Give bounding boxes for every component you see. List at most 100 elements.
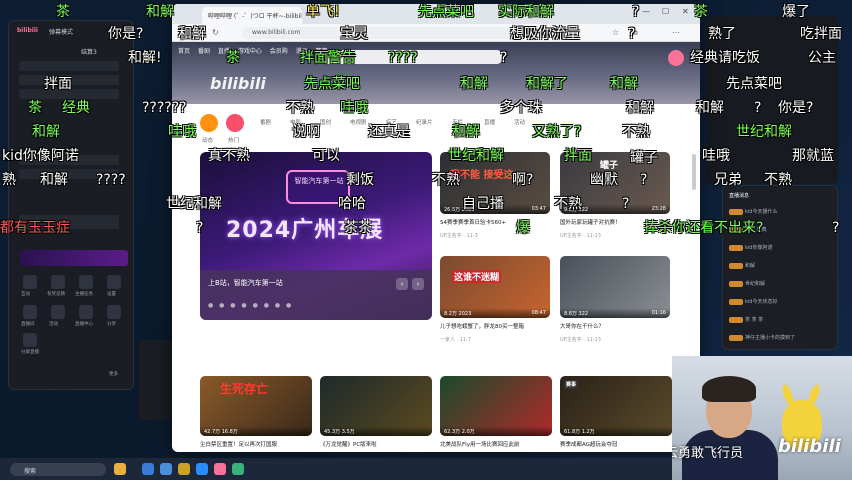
bilibili-app-icon[interactable] <box>214 463 226 475</box>
carousel-next-button[interactable]: › <box>412 278 424 290</box>
danmaku-comment: 和解 <box>146 4 174 20</box>
video-thumbnail[interactable]: 赛事 61.8万 1.2万 <box>560 376 672 436</box>
chat-message: 和解 <box>729 262 831 271</box>
channel-link[interactable]: 活动 <box>514 118 525 126</box>
video-card[interactable]: 62.3万 2.0万 北美战队Fly用一场比赛回应此前 <box>440 376 552 452</box>
site-header-banner: 首页 番剧 直播 游戏中心 会员购 漫画 赛事 bilibili <box>172 42 700 104</box>
thumb-overlay-text: 罐子 <box>600 161 619 171</box>
danmaku-comment: ? <box>640 172 648 188</box>
video-card[interactable]: 这谁不迷糊 8.2万 2023 08:47 儿子想吃螃蟹了，胖龙80买一整箱 一… <box>440 256 550 346</box>
app-icon[interactable] <box>196 463 208 475</box>
hot-icon[interactable] <box>226 114 244 132</box>
reload-icon[interactable]: ↻ <box>212 28 219 37</box>
task-icon[interactable] <box>79 275 93 289</box>
video-duration: 03:47 <box>531 206 546 212</box>
center-icon[interactable] <box>79 305 93 319</box>
event-icon[interactable] <box>51 305 65 319</box>
url-field[interactable]: www.bilibili.com <box>242 27 542 39</box>
bilibili-logo[interactable]: bilibili <box>210 74 266 93</box>
danmaku-comment: 和解 <box>32 124 60 140</box>
danmaku-comment: ? <box>622 196 630 212</box>
widget-icon[interactable] <box>114 463 126 475</box>
danmaku-comment: 和解 <box>40 172 68 188</box>
carousel-sign-text: 智能汽车第一站 <box>294 177 344 185</box>
more-link[interactable]: 更多 <box>109 371 118 377</box>
close-icon[interactable]: ✕ <box>682 7 689 16</box>
banner-carousel[interactable]: 智能汽车第一站 2024广州车展 上B站，智能汽车第一站 ‹ › ● ● ● ●… <box>200 152 432 320</box>
channel-link[interactable]: 番剧 <box>260 118 271 126</box>
icon-label: 主播任务 <box>75 292 93 297</box>
room-icon[interactable] <box>23 305 37 319</box>
video-title[interactable]: 大哥你在干什么？ <box>560 322 670 330</box>
star-icon[interactable]: ☆ <box>612 28 619 37</box>
start-icon[interactable] <box>142 463 154 475</box>
promo-banner[interactable] <box>20 250 128 266</box>
video-thumbnail[interactable]: 8.8万 322 01:16 <box>560 256 670 318</box>
video-title[interactable]: 儿子想吃螃蟹了，胖龙80买一整箱 <box>440 322 550 330</box>
panel-mode-tab[interactable]: 弹幕模式 <box>49 27 73 36</box>
gear-icon[interactable] <box>107 275 121 289</box>
maximize-icon[interactable]: ☐ <box>662 7 669 16</box>
video-uploader[interactable]: UP主名字 · 11-13 <box>560 232 601 239</box>
video-uploader[interactable]: UP主名字 · 11-13 <box>560 336 601 343</box>
nav-item[interactable]: 会员购 <box>270 48 288 55</box>
danmaku-comment: 和解 <box>626 100 654 116</box>
fan-badge <box>729 262 743 269</box>
explorer-icon[interactable] <box>160 463 172 475</box>
chat-message: 神仔主播小卡的摸到了 <box>729 334 831 343</box>
danmaku-comment: 实际和解 <box>498 4 554 20</box>
video-thumbnail[interactable]: 生死存亡 42.7万 16.8万 <box>200 376 312 436</box>
video-card[interactable]: 赛事 61.8万 1.2万 赛季成都AG超玩会夺冠 <box>560 376 672 452</box>
video-uploader[interactable]: UP主名字 · 11-3 <box>440 232 478 239</box>
danmaku-comment: 爆 <box>516 220 530 236</box>
danmaku-comment: 那就蓝 <box>792 148 834 164</box>
nav-item[interactable]: 番剧 <box>198 48 210 55</box>
video-stats: 45.3万 3.5万 <box>320 426 432 436</box>
nav-item[interactable]: 游戏中心 <box>238 48 262 55</box>
danmaku-comment: 哇哦 <box>340 100 368 116</box>
scene-row[interactable] <box>19 61 119 71</box>
video-card[interactable]: 生死存亡 42.7万 16.8万 尘白禁区重置！足以再次打国服 <box>200 376 312 452</box>
video-title[interactable]: 北美战队Fly用一场比赛回应此前 <box>440 440 552 448</box>
chat-panel: 直播消息 kid今天播什么 拌面 经典 kid你像阿诺 和解 世纪和解 kid今… <box>722 185 838 350</box>
taskbar-search[interactable]: 搜索 <box>10 463 106 476</box>
video-title[interactable]: 尘白禁区重置！足以再次打国服 <box>200 440 312 448</box>
browser-tab[interactable]: 哔哩哔哩 (゜-゜)つロ 干杯~-bilibili <box>202 7 302 24</box>
avatar[interactable] <box>668 50 684 66</box>
video-thumbnail[interactable]: 这谁不迷糊 8.2万 2023 08:47 <box>440 256 550 318</box>
video-title[interactable]: 《万龙觉醒》PC版来啦 <box>320 440 432 448</box>
danmaku-comment: 哇哦 <box>168 124 196 140</box>
danmaku-comment: 不熟 <box>432 172 460 188</box>
page-scrollbar[interactable] <box>692 154 696 190</box>
channel-link[interactable]: 直播 <box>484 118 495 126</box>
video-uploader[interactable]: 一家人 · 11-7 <box>440 336 471 343</box>
danmaku-comment: 幽默 <box>590 172 618 188</box>
video-thumbnail[interactable]: 62.3万 2.0万 <box>440 376 552 436</box>
video-thumbnail[interactable]: 45.3万 3.5万 <box>320 376 432 436</box>
interact-icon[interactable] <box>23 275 37 289</box>
danmaku-comment: 茶 <box>28 100 42 116</box>
browser-icon[interactable] <box>232 463 244 475</box>
video-stats: 61.8万 1.2万 <box>560 426 672 436</box>
nav-item[interactable]: 首页 <box>178 48 190 55</box>
video-title[interactable]: S4赛季赛季首日验卡560+ <box>440 218 550 226</box>
menu-icon[interactable]: ⋯ <box>672 28 680 37</box>
channel-link[interactable]: 国创 <box>320 118 331 126</box>
danmaku-comment: 说啊 <box>292 124 320 140</box>
split-stream-icon[interactable] <box>23 333 37 347</box>
app-icon[interactable] <box>178 463 190 475</box>
video-card[interactable]: 45.3万 3.5万 《万龙觉醒》PC版来啦 <box>320 376 432 452</box>
dynamic-icon[interactable] <box>200 114 218 132</box>
danmaku-comment: 熟了 <box>708 26 736 42</box>
video-card[interactable]: 8.8万 322 01:16 大哥你在干什么？ UP主名字 · 11-13 <box>560 256 670 346</box>
video-title[interactable]: 赛季成都AG超玩会夺冠 <box>560 440 672 448</box>
share-icon[interactable] <box>107 305 121 319</box>
carousel-dots[interactable]: ● ● ● ● ● ● ● ● <box>208 302 293 309</box>
channel-link[interactable]: 纪录片 <box>416 118 433 126</box>
danmaku-comment: 都有玉玉症 <box>0 220 70 236</box>
danmaku-comment: 哇哦 <box>702 148 730 164</box>
channel-link[interactable]: 电视剧 <box>350 118 367 126</box>
carousel-prev-button[interactable]: ‹ <box>396 278 408 290</box>
minimize-icon[interactable]: — <box>642 7 650 16</box>
gift-icon[interactable] <box>51 275 65 289</box>
